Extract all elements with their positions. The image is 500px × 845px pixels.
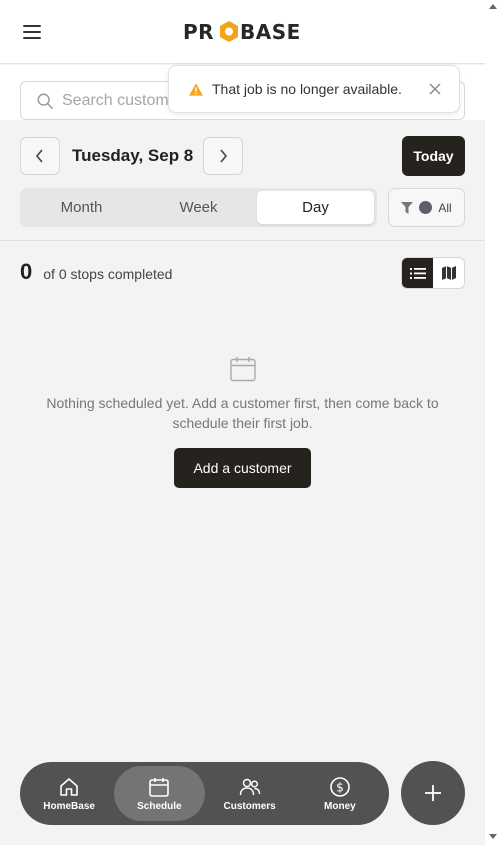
top-bar: PR BASE — [0, 0, 485, 64]
calendar-icon — [229, 357, 256, 382]
view-tabs: Month Week Day — [20, 188, 377, 227]
date-navigation: Tuesday, Sep 8 Today — [20, 136, 465, 176]
filter-button[interactable]: All — [388, 188, 465, 227]
nav-label: Money — [324, 800, 356, 812]
list-icon — [409, 267, 426, 279]
next-day-button[interactable] — [203, 137, 243, 175]
probase-logo-icon: PR BASE — [183, 20, 301, 44]
chevron-right-icon — [220, 149, 228, 163]
scroll-up-icon[interactable] — [489, 4, 497, 9]
filter-icon — [401, 201, 414, 214]
toast-message: That job is no longer available. — [212, 81, 402, 97]
plus-icon — [425, 785, 441, 801]
view-mode-toggle — [401, 257, 465, 289]
tab-month[interactable]: Month — [23, 191, 140, 224]
brand-logo: PR BASE — [183, 19, 305, 45]
stops-count: 0 — [20, 259, 33, 284]
add-customer-button[interactable]: Add a customer — [174, 448, 311, 488]
section-divider — [0, 240, 485, 241]
empty-state-message: Nothing scheduled yet. Add a customer fi… — [46, 395, 439, 431]
list-view-button[interactable] — [402, 258, 433, 288]
filter-label: All — [438, 200, 452, 215]
home-icon — [60, 777, 78, 796]
menu-icon[interactable] — [23, 25, 41, 39]
nav-item-customers[interactable]: Customers — [205, 766, 295, 821]
app-root: PR BASE That job is no longer available. — [0, 0, 485, 845]
nav-item-money[interactable]: $ Money — [295, 766, 385, 821]
toast-notification: That job is no longer available. — [168, 65, 460, 113]
filter-color-dot — [419, 201, 433, 214]
empty-state: Nothing scheduled yet. Add a customer fi… — [30, 356, 455, 488]
stops-summary: 0 of 0 stops completed — [20, 259, 172, 285]
close-icon[interactable] — [429, 83, 441, 95]
nav-item-schedule[interactable]: Schedule — [114, 766, 205, 821]
svg-text:$: $ — [336, 780, 344, 794]
previous-day-button[interactable] — [20, 137, 60, 175]
svg-text:PR: PR — [183, 20, 214, 44]
scroll-down-icon[interactable] — [489, 834, 497, 839]
current-date: Tuesday, Sep 8 — [72, 146, 194, 165]
stops-text: of 0 stops completed — [43, 266, 173, 282]
today-button[interactable]: Today — [402, 136, 465, 176]
users-icon — [239, 778, 260, 795]
bottom-navigation: HomeBase Schedule Customers $ Money — [20, 762, 389, 825]
chevron-left-icon — [35, 149, 43, 163]
map-icon — [441, 266, 456, 280]
nav-item-homebase[interactable]: HomeBase — [24, 766, 114, 821]
warning-icon — [189, 82, 203, 96]
map-view-button[interactable] — [433, 258, 464, 288]
search-icon — [37, 93, 53, 109]
scrollbar[interactable] — [485, 0, 500, 845]
nav-label: HomeBase — [43, 800, 95, 812]
svg-text:BASE: BASE — [240, 20, 301, 44]
nav-label: Customers — [223, 800, 276, 812]
nav-label: Schedule — [137, 800, 182, 812]
tab-week[interactable]: Week — [140, 191, 257, 224]
add-button[interactable] — [401, 761, 465, 825]
dollar-icon: $ — [330, 776, 350, 797]
tab-day[interactable]: Day — [257, 191, 374, 224]
calendar-icon — [149, 777, 170, 797]
